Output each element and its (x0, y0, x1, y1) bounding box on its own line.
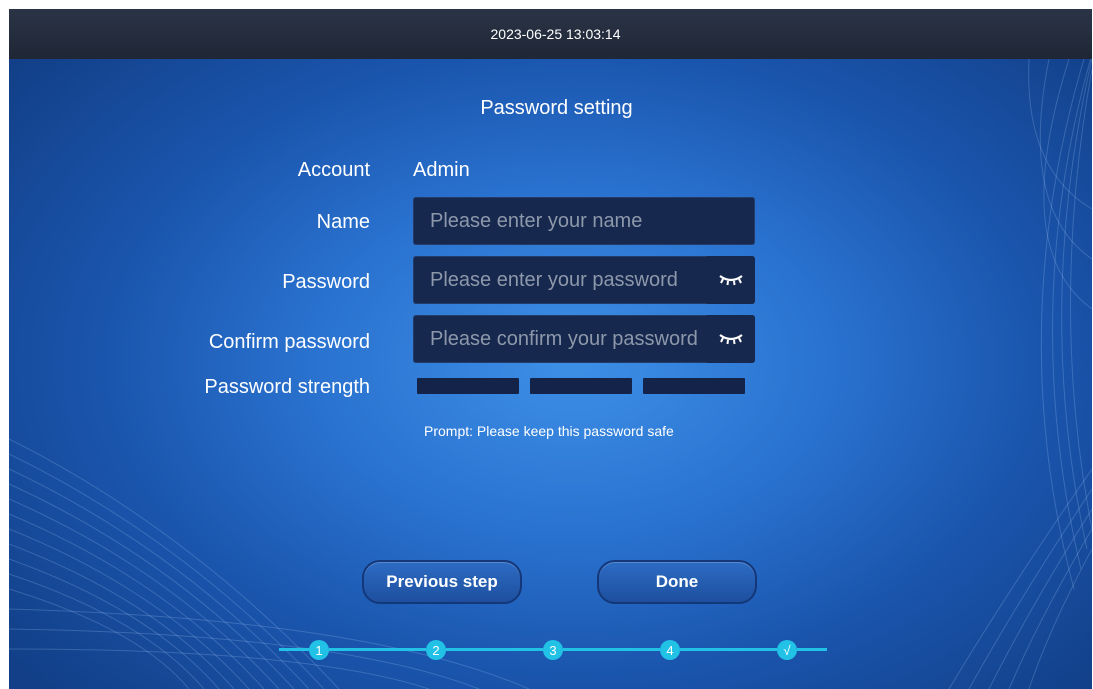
password-label: Password (282, 271, 370, 293)
step-connector (446, 648, 543, 651)
status-bar: 2023-06-25 13:03:14 (9, 9, 1092, 59)
datetime-text: 2023-06-25 13:03:14 (490, 26, 621, 42)
step-connector (329, 648, 426, 651)
account-label: Account (297, 159, 370, 181)
password-placeholder: Please enter your password (430, 268, 678, 291)
step-indicator-2: 2 (426, 640, 446, 660)
setup-screen: 2023-06-25 13:03:14 Password setting Acc… (9, 9, 1092, 689)
page-title: Password setting (480, 97, 633, 119)
eye-closed-icon[interactable] (707, 256, 755, 304)
prompt-text: Prompt: Please keep this password safe (424, 423, 674, 439)
name-placeholder: Please enter your name (430, 209, 643, 232)
password-strength-label: Password strength (204, 376, 370, 398)
name-field[interactable]: Please enter your name (413, 197, 755, 245)
strength-bar-medium (530, 378, 632, 394)
step-connector (797, 648, 827, 651)
account-value: Admin (413, 159, 470, 181)
eye-closed-icon[interactable] (707, 315, 755, 363)
password-field[interactable]: Please enter your password (413, 256, 755, 304)
strength-bar-strong (643, 378, 745, 394)
name-label: Name (316, 211, 370, 233)
step-indicator-4: 4 (660, 640, 680, 660)
done-button[interactable]: Done (597, 560, 757, 604)
confirm-password-field[interactable]: Please confirm your password (413, 315, 755, 363)
confirm-password-placeholder: Please confirm your password (430, 327, 698, 350)
step-connector (680, 648, 777, 651)
step-indicator-3: 3 (543, 640, 563, 660)
strength-bar-weak (417, 378, 519, 394)
step-connector (279, 648, 309, 651)
confirm-password-label: Confirm password (208, 331, 370, 353)
step-indicator-1: 1 (309, 640, 329, 660)
setup-stepper: 1 2 3 4 √ (279, 637, 839, 663)
previous-step-button[interactable]: Previous step (362, 560, 522, 604)
step-connector (563, 648, 660, 651)
step-indicator-complete: √ (777, 640, 797, 660)
